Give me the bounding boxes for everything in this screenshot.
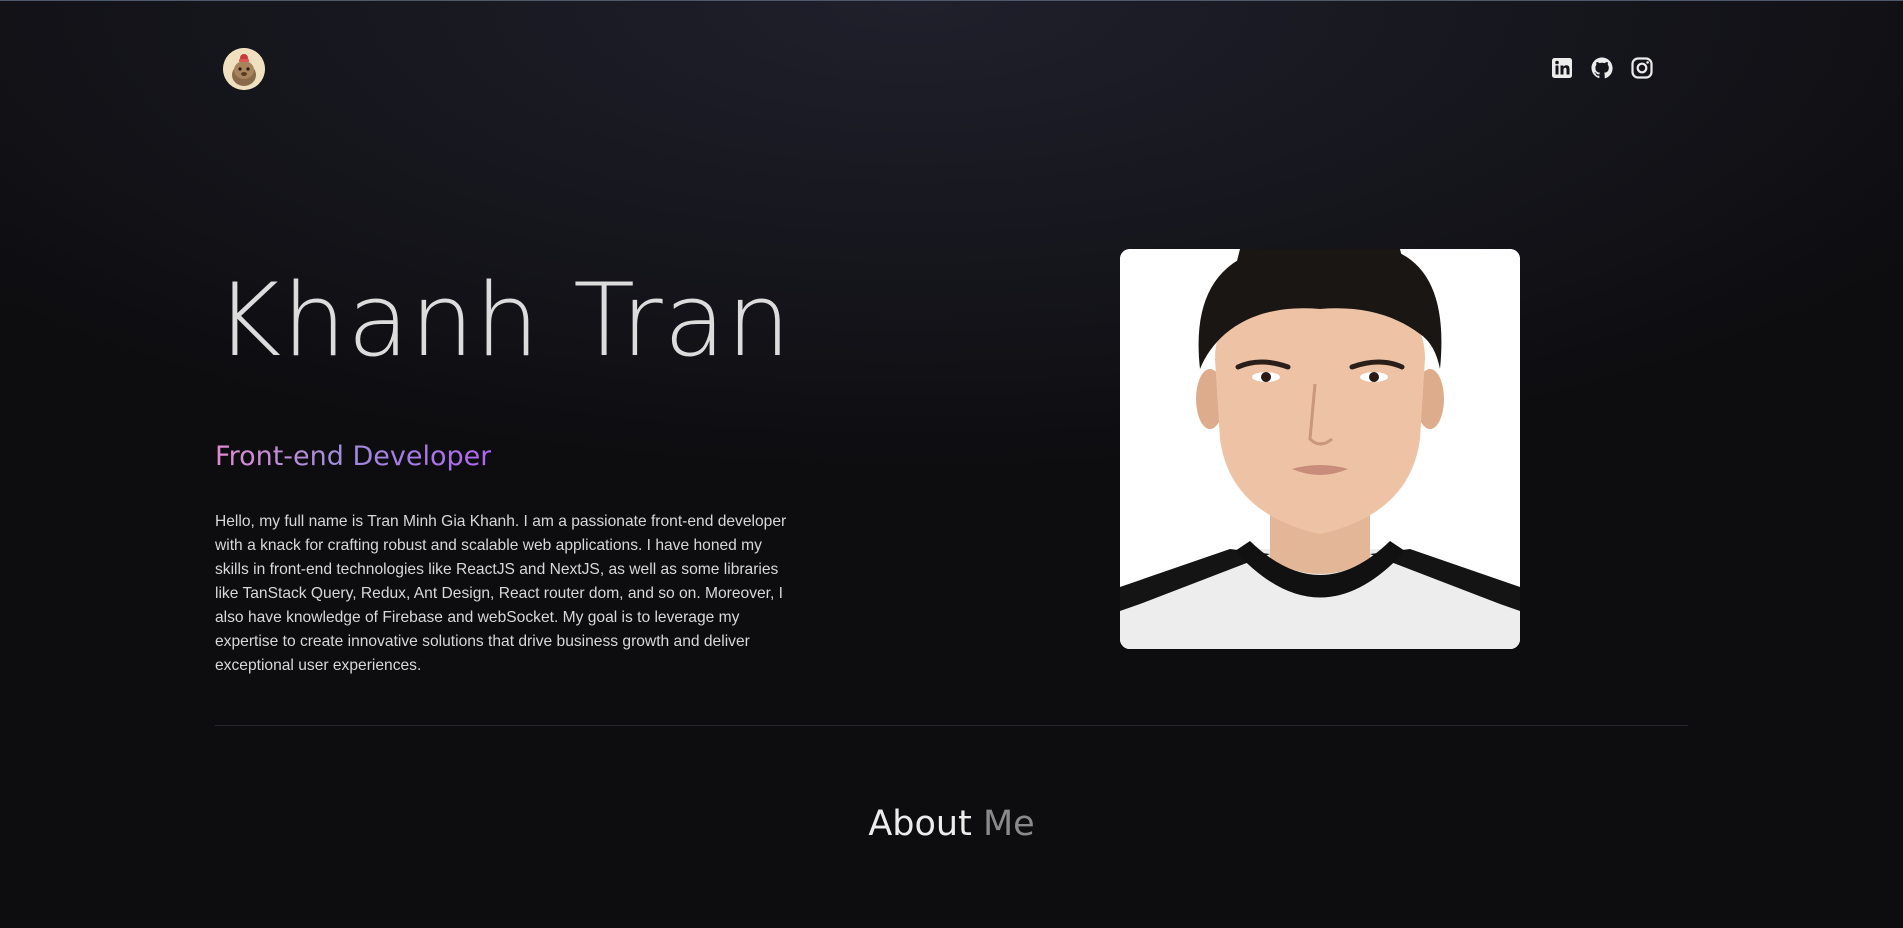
site-header: [0, 0, 1903, 140]
about-me-heading: About Me: [0, 803, 1903, 845]
github-icon[interactable]: [1590, 56, 1614, 80]
hero-role: Front-end Developer: [215, 441, 492, 472]
instagram-icon[interactable]: [1630, 56, 1654, 80]
about-title-word1: About: [868, 804, 972, 844]
about-title-word2: Me: [982, 804, 1035, 844]
hero-name: Khanh Tran: [215, 261, 792, 379]
social-links: [1550, 56, 1654, 80]
avatar-logo-icon[interactable]: [223, 48, 265, 90]
hero-bio: Hello, my full name is Tran Minh Gia Kha…: [215, 513, 787, 674]
linkedin-icon[interactable]: [1550, 56, 1574, 80]
profile-photo: [1120, 249, 1520, 649]
section-divider: [215, 725, 1688, 726]
